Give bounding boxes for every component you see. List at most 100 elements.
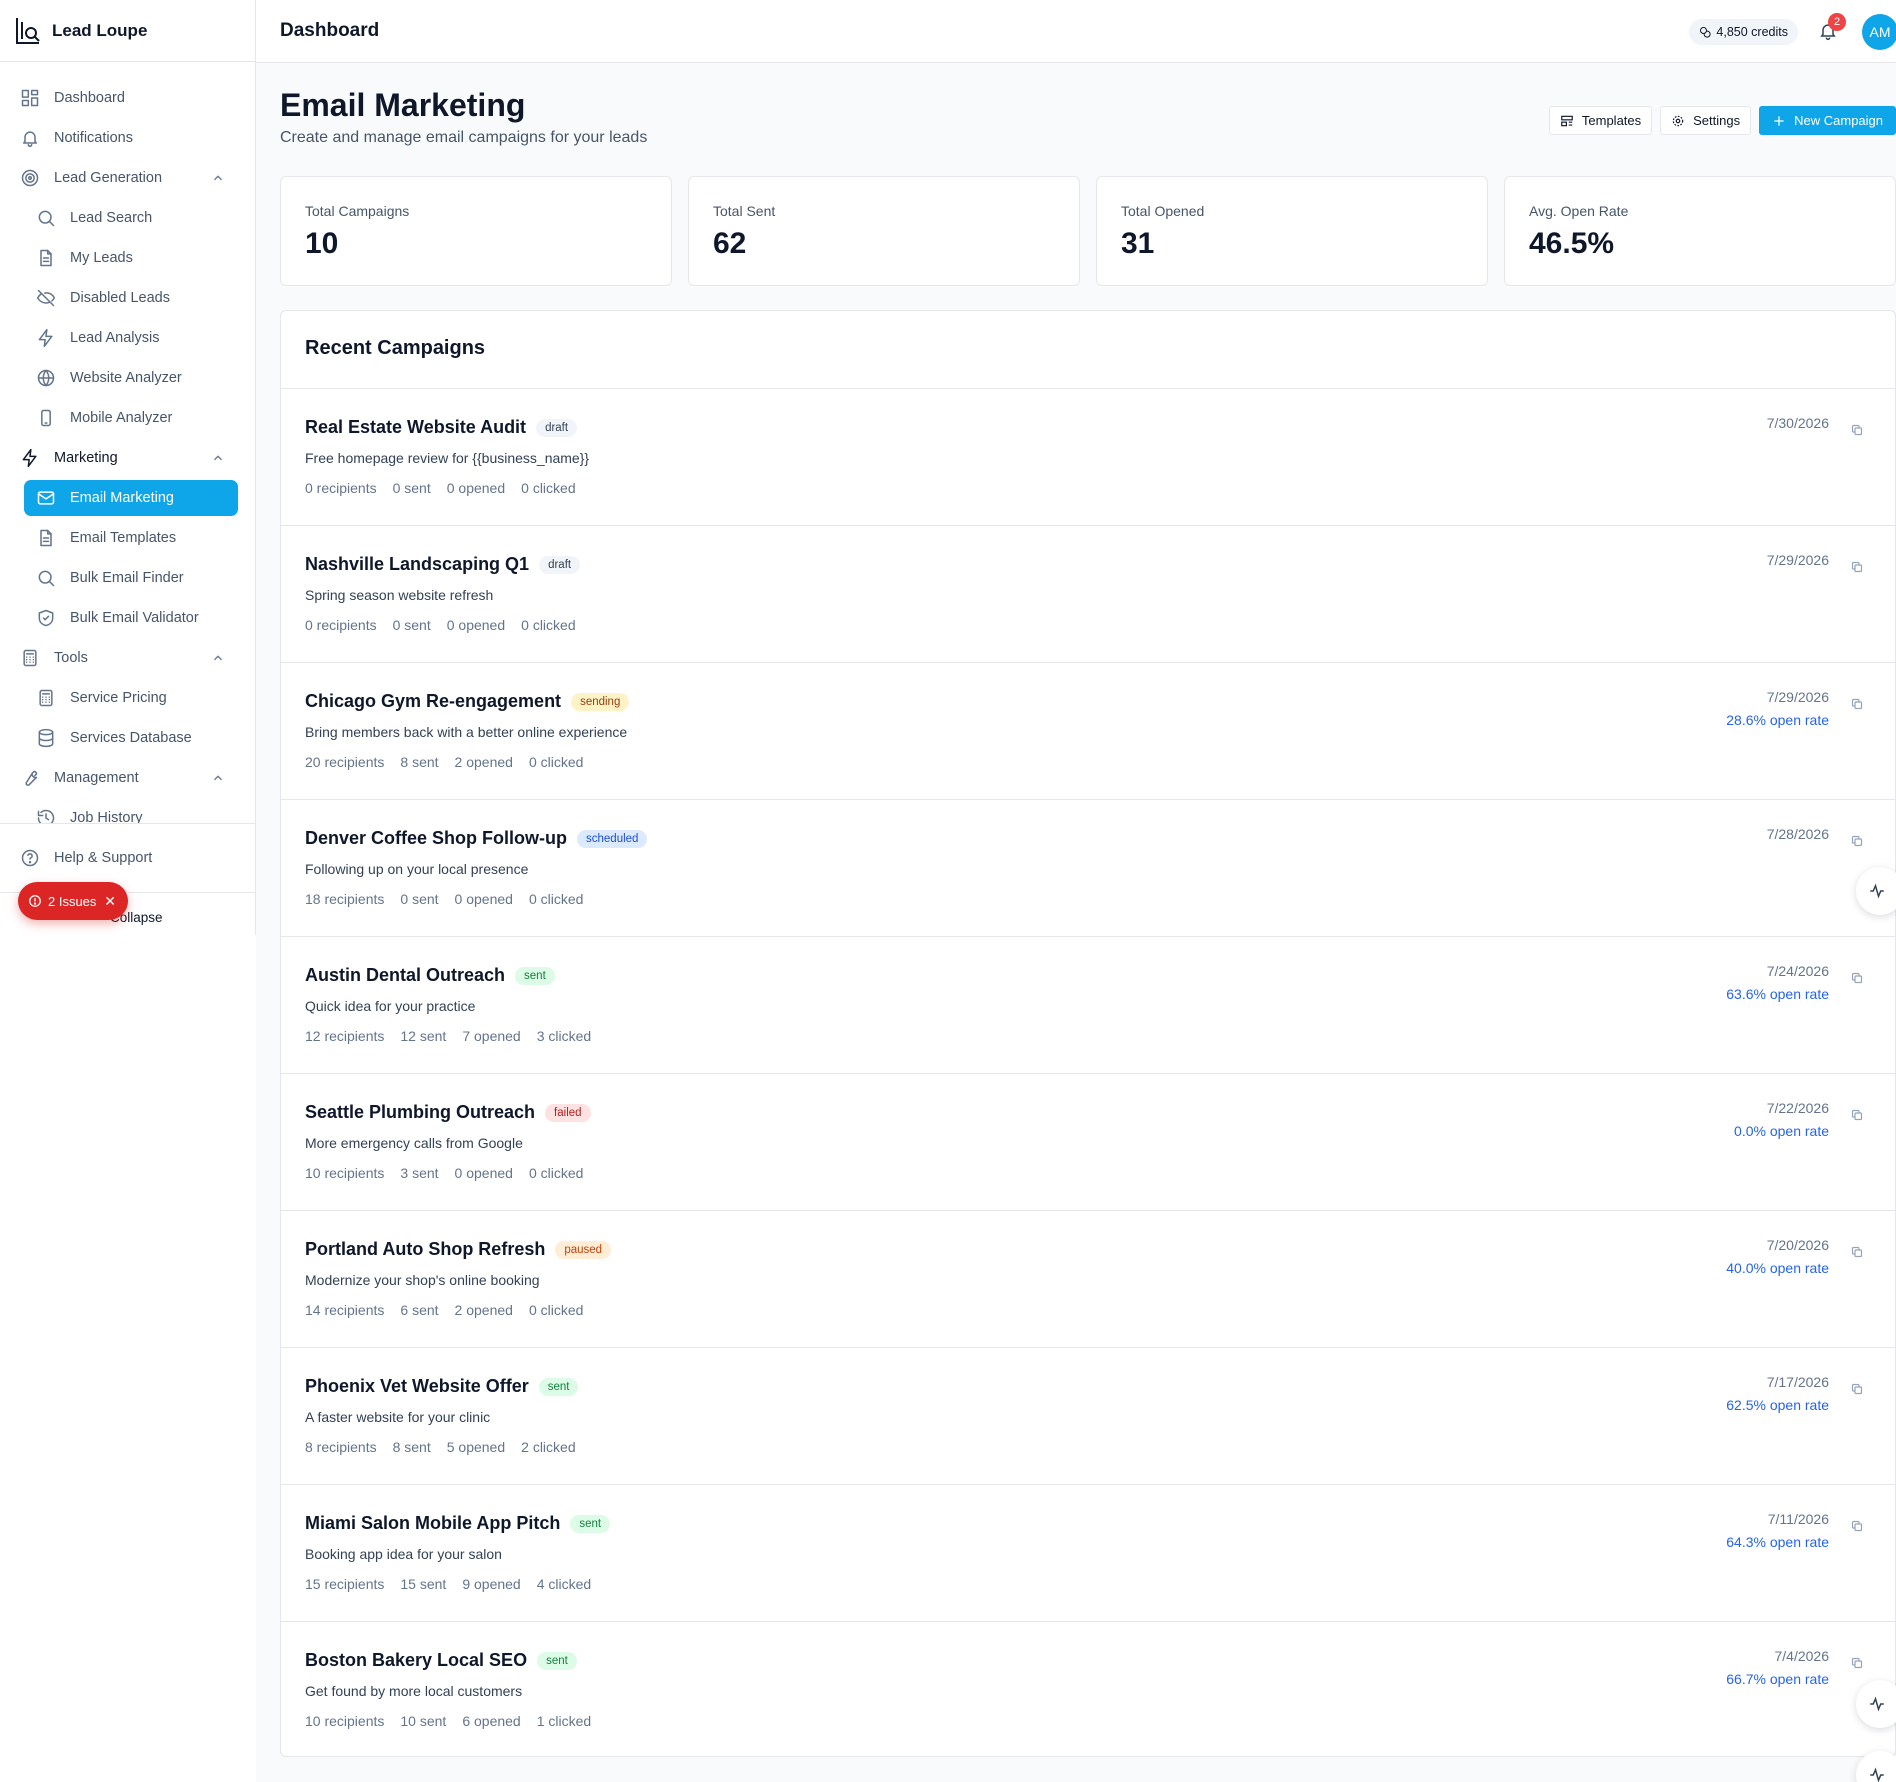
copy-icon[interactable] — [1851, 698, 1863, 710]
brand[interactable]: Lead Loupe — [0, 0, 255, 62]
activity-icon — [1870, 1766, 1886, 1782]
campaign-date: 7/29/2026 — [1766, 689, 1829, 705]
campaign-title-line: Nashville Landscaping Q1 draft — [305, 554, 1895, 575]
campaign-name[interactable]: Seattle Plumbing Outreach — [305, 1102, 535, 1123]
copy-icon[interactable] — [1851, 972, 1863, 984]
clicked-count: 0 clicked — [521, 617, 576, 633]
recipients-count: 20 recipients — [305, 754, 385, 770]
campaign-name[interactable]: Chicago Gym Re-engagement — [305, 691, 561, 712]
stat-value: 10 — [305, 227, 339, 260]
chevron-up-icon[interactable] — [211, 771, 225, 785]
copy-icon[interactable] — [1851, 1520, 1863, 1532]
campaign-name[interactable]: Boston Bakery Local SEO — [305, 1650, 527, 1671]
sidebar-item-help[interactable]: Help & Support — [0, 838, 255, 878]
credits-badge[interactable]: 4,850 credits — [1689, 19, 1798, 45]
campaign-title-line: Boston Bakery Local SEO sent — [305, 1650, 1895, 1671]
campaign-subject: A faster website for your clinic — [305, 1409, 491, 1425]
sidebar-item-services-database[interactable]: Services Database — [0, 718, 255, 758]
copy-icon[interactable] — [1851, 1246, 1863, 1258]
campaign-name[interactable]: Nashville Landscaping Q1 — [305, 554, 529, 575]
sidebar-item-management[interactable]: Management — [0, 758, 255, 798]
sidebar: Lead Loupe Dashboard Notifications Lead Ge… — [0, 0, 256, 935]
campaign-row[interactable]: Phoenix Vet Website Offer sent A faster we… — [281, 1348, 1895, 1485]
campaign-row[interactable]: Denver Coffee Shop Follow-up scheduled Fol… — [281, 800, 1895, 937]
shield-icon — [36, 608, 56, 628]
settings-button[interactable]: Settings — [1660, 106, 1752, 135]
stat-value: 62 — [713, 227, 747, 260]
campaign-name[interactable]: Real Estate Website Audit — [305, 417, 526, 438]
sidebar-item-tools[interactable]: Tools — [0, 638, 255, 678]
campaign-name[interactable]: Portland Auto Shop Refresh — [305, 1239, 545, 1260]
campaign-stats: 8 recipients 8 sent 5 opened 2 clicked — [305, 1439, 1895, 1455]
new-campaign-label: New Campaign — [1794, 113, 1883, 128]
sidebar-item-job-history[interactable]: Job History — [0, 798, 255, 823]
opened-count: 0 opened — [446, 480, 506, 496]
sidebar-item-lead-search[interactable]: Lead Search — [0, 198, 255, 238]
activity-fab[interactable] — [1856, 1680, 1896, 1728]
campaign-row[interactable]: Chicago Gym Re-engagement sending Bring me… — [281, 663, 1895, 800]
sidebar-item-email-templates[interactable]: Email Templates — [0, 518, 255, 558]
issues-pill[interactable]: 2 Issues ✕ — [18, 882, 128, 920]
status-badge: paused — [555, 1240, 612, 1259]
sidebar-item-bulk-email-finder[interactable]: Bulk Email Finder — [0, 558, 255, 598]
new-campaign-button[interactable]: New Campaign — [1759, 106, 1896, 135]
clicked-count: 4 clicked — [536, 1576, 592, 1592]
campaign-row[interactable]: Seattle Plumbing Outreach failed More emer… — [281, 1074, 1895, 1211]
sidebar-item-label: Email Templates — [70, 530, 177, 546]
sidebar-item-marketing[interactable]: Marketing — [0, 438, 255, 478]
recent-campaigns-title: Recent Campaigns — [305, 337, 486, 359]
campaign-name[interactable]: Phoenix Vet Website Offer — [305, 1376, 529, 1397]
clicked-count: 3 clicked — [536, 1028, 592, 1044]
sidebar-item-dashboard[interactable]: Dashboard — [0, 78, 255, 118]
sidebar-item-notifications[interactable]: Notifications — [0, 118, 255, 158]
copy-icon[interactable] — [1851, 561, 1863, 573]
sidebar-item-mobile-analyzer[interactable]: Mobile Analyzer — [0, 398, 255, 438]
copy-icon[interactable] — [1851, 1657, 1863, 1669]
sidebar-item-my-leads[interactable]: My Leads — [0, 238, 255, 278]
opened-count: 2 opened — [454, 754, 513, 770]
sidebar-item-lead-generation[interactable]: Lead Generation — [0, 158, 255, 198]
close-icon[interactable]: ✕ — [104, 893, 116, 910]
sidebar-item-bulk-email-validator[interactable]: Bulk Email Validator — [0, 598, 255, 638]
sidebar-item-website-analyzer[interactable]: Website Analyzer — [0, 358, 255, 398]
campaign-row[interactable]: Real Estate Website Audit draft Free homep… — [281, 389, 1895, 526]
copy-icon[interactable] — [1851, 424, 1863, 436]
campaign-row[interactable]: Portland Auto Shop Refresh paused Moderniz… — [281, 1211, 1895, 1348]
campaign-stats: 14 recipients 6 sent 2 opened 0 clicked — [305, 1302, 1895, 1318]
credits-label: 4,850 credits — [1716, 25, 1788, 39]
sidebar-item-service-pricing[interactable]: Service Pricing — [0, 678, 255, 718]
chevron-up-icon[interactable] — [211, 451, 225, 465]
bell-icon — [20, 128, 40, 148]
database-icon — [36, 728, 56, 748]
templates-button[interactable]: Templates — [1548, 106, 1653, 135]
chevron-up-icon[interactable] — [211, 171, 225, 185]
plus-icon — [1772, 114, 1786, 128]
open-rate: 63.6% open rate — [1726, 986, 1829, 1002]
campaign-name[interactable]: Austin Dental Outreach — [305, 965, 505, 986]
copy-icon[interactable] — [1851, 835, 1863, 847]
campaign-row[interactable]: Miami Salon Mobile App Pitch sent Booking … — [281, 1485, 1895, 1622]
help-circle-icon — [20, 848, 40, 868]
campaign-row[interactable]: Boston Bakery Local SEO sent Get found by … — [281, 1622, 1895, 1756]
sidebar-item-label: Tools — [54, 650, 88, 666]
campaign-date: 7/4/2026 — [1774, 1648, 1830, 1664]
campaign-subject: Modernize your shop's online booking — [305, 1272, 540, 1288]
chevron-up-icon[interactable] — [211, 651, 225, 665]
logo-icon — [14, 16, 42, 46]
avatar[interactable]: AM — [1862, 14, 1896, 50]
campaign-title-line: Austin Dental Outreach sent — [305, 965, 1895, 986]
header-title: Dashboard — [280, 20, 380, 41]
sidebar-item-lead-analysis[interactable]: Lead Analysis — [0, 318, 255, 358]
copy-icon[interactable] — [1851, 1109, 1863, 1121]
campaign-name[interactable]: Denver Coffee Shop Follow-up — [305, 828, 567, 849]
activity-fab[interactable] — [1856, 867, 1896, 915]
campaign-row[interactable]: Nashville Landscaping Q1 draft Spring seas… — [281, 526, 1895, 663]
copy-icon[interactable] — [1851, 1383, 1863, 1395]
sidebar-item-email-marketing[interactable]: Email Marketing — [24, 480, 238, 516]
mail-icon — [36, 488, 56, 508]
campaign-name[interactable]: Miami Salon Mobile App Pitch — [305, 1513, 560, 1534]
sidebar-item-label: Website Analyzer — [70, 370, 182, 386]
campaign-subject: More emergency calls from Google — [305, 1135, 523, 1151]
sidebar-item-disabled-leads[interactable]: Disabled Leads — [0, 278, 255, 318]
campaign-row[interactable]: Austin Dental Outreach sent Quick idea for… — [281, 937, 1895, 1074]
